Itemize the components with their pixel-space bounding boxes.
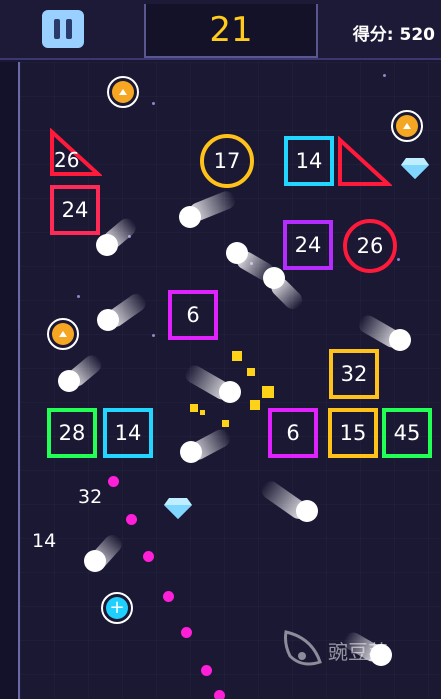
ball [58, 370, 80, 392]
aim-dot [163, 591, 174, 602]
explosion-spark [232, 351, 242, 361]
background-star [397, 258, 400, 261]
ball [389, 329, 411, 351]
explosion-spark [222, 420, 229, 427]
background-star [152, 102, 155, 105]
aim-dot [126, 514, 137, 525]
ball [296, 500, 318, 522]
block: 45 [382, 408, 432, 458]
block: 6 [168, 290, 218, 340]
block: 32 [329, 349, 379, 399]
circle-block: 17 [200, 134, 254, 188]
add-ball-button[interactable]: + [101, 592, 133, 624]
explosion-spark [190, 404, 198, 412]
left-wall [0, 62, 20, 699]
floating-number: 14 [32, 530, 57, 552]
aim-dot [108, 476, 119, 487]
aim-dot [181, 627, 192, 638]
background-star [152, 334, 155, 337]
ball [97, 309, 119, 331]
block: 28 [47, 408, 97, 458]
block: 15 [328, 408, 378, 458]
plus-icon: + [106, 597, 128, 619]
level-number: 21 [209, 10, 253, 50]
ball [96, 234, 118, 256]
background-star [383, 74, 386, 77]
level-display: 21 [144, 4, 318, 58]
coin-powerup-icon [47, 318, 79, 350]
ball [179, 206, 201, 228]
block: 14 [103, 408, 153, 458]
coin-powerup-icon [391, 110, 423, 142]
ball [226, 242, 248, 264]
block: 24 [283, 220, 333, 270]
watermark-pea-icon [284, 630, 322, 666]
explosion-spark [247, 368, 255, 376]
aim-dot [214, 690, 225, 699]
ball [263, 267, 285, 289]
watermark-text: 豌豆荚 [328, 640, 388, 664]
triangle-shape [338, 135, 394, 186]
score-label: 得分: 520 [352, 25, 435, 45]
block: 6 [268, 408, 318, 458]
top-bar: 21 得分: 520 [0, 0, 441, 60]
aim-dot [143, 551, 154, 562]
diamond-icon [401, 158, 429, 179]
pause-button[interactable] [42, 10, 84, 48]
coin-powerup-icon [107, 76, 139, 108]
watermark-logo: 豌豆荚 [282, 626, 412, 670]
block: 14 [284, 136, 334, 186]
pause-icon-bar [66, 19, 72, 39]
triangle-block: 26 [48, 127, 104, 178]
triangle-value: 26 [54, 148, 80, 172]
ball [219, 381, 241, 403]
block: 24 [50, 185, 100, 235]
diamond-icon [164, 498, 192, 519]
ball [180, 441, 202, 463]
explosion-spark [262, 386, 274, 398]
floating-number: 32 [78, 486, 103, 508]
circle-block: 26 [343, 219, 397, 273]
background-star [77, 295, 80, 298]
explosion-spark [250, 400, 260, 410]
pause-icon [54, 19, 60, 39]
ball [84, 550, 106, 572]
explosion-spark [200, 410, 205, 415]
aim-dot [201, 665, 212, 676]
triangle-block-right [336, 135, 394, 188]
